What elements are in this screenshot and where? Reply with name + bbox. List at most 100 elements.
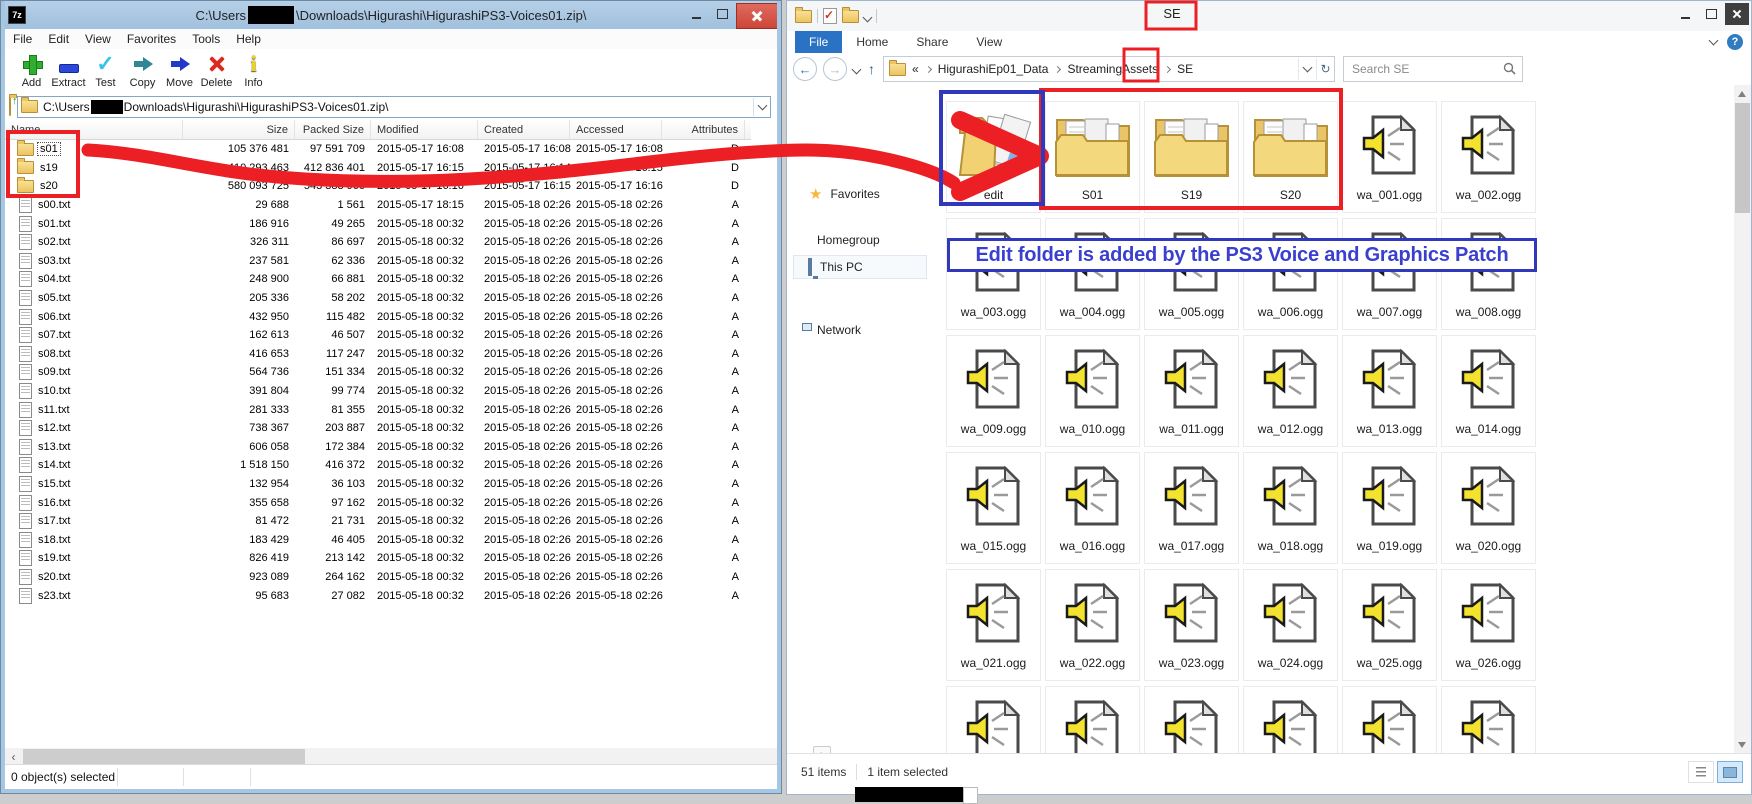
breadcrumb-item[interactable]: StreamingAssets	[1067, 62, 1158, 76]
column-header-modified[interactable]: Modified	[371, 120, 478, 139]
table-row[interactable]: s06.txt432 950115 4822015-05-18 00:32201…	[5, 307, 775, 326]
file-tile-wa_006.ogg[interactable]: wa_006.ogg	[1243, 218, 1338, 330]
file-tile[interactable]	[1441, 686, 1536, 754]
table-row[interactable]: s01.txt186 91649 2652015-05-18 00:322015…	[5, 214, 775, 233]
ribbon-collapse-icon[interactable]	[1709, 36, 1719, 46]
forward-button[interactable]: →	[823, 57, 847, 81]
tab-share[interactable]: Share	[902, 31, 962, 53]
table-row[interactable]: s00.txt29 6881 5612015-05-17 18:152015-0…	[5, 196, 775, 215]
file-tile-wa_023.ogg[interactable]: wa_023.ogg	[1144, 569, 1239, 681]
add-button[interactable]: Add	[13, 52, 50, 89]
column-header-size[interactable]: Size	[183, 120, 295, 139]
details-view-button[interactable]	[1688, 761, 1714, 783]
file-tile-wa_011.ogg[interactable]: wa_011.ogg	[1144, 335, 1239, 447]
file-tile-wa_008.ogg[interactable]: wa_008.ogg	[1441, 218, 1536, 330]
tab-view[interactable]: View	[962, 31, 1016, 53]
help-icon[interactable]: ?	[1727, 34, 1743, 50]
file-tile-wa_019.ogg[interactable]: wa_019.ogg	[1342, 452, 1437, 564]
column-header-packed-size[interactable]: Packed Size	[295, 120, 371, 139]
table-row[interactable]: s04.txt248 90066 8812015-05-18 00:322015…	[5, 270, 775, 289]
table-row[interactable]: s17.txt81 47221 7312015-05-18 00:322015-…	[5, 512, 775, 531]
menu-view[interactable]: View	[77, 30, 119, 48]
table-row[interactable]: s10.txt391 80499 7742015-05-18 00:322015…	[5, 382, 775, 401]
file-tile-wa_016.ogg[interactable]: wa_016.ogg	[1045, 452, 1140, 564]
7zip-path-combobox[interactable]: C:\UsersDownloads\Higurashi\HigurashiPS3…	[17, 96, 771, 118]
breadcrumb-overflow[interactable]: «	[912, 62, 919, 76]
column-header-attributes[interactable]: Attributes	[662, 120, 745, 139]
back-button[interactable]: ←	[793, 57, 817, 81]
extract-button[interactable]: Extract	[50, 52, 87, 89]
file-tile[interactable]	[1144, 686, 1239, 754]
scrollbar-thumb[interactable]	[1735, 103, 1750, 213]
sidebar-item-network[interactable]: Network	[787, 319, 935, 341]
delete-button[interactable]: Delete	[198, 52, 235, 89]
file-tile-wa_003.ogg[interactable]: wa_003.ogg	[946, 218, 1041, 330]
file-tile-wa_013.ogg[interactable]: wa_013.ogg	[1342, 335, 1437, 447]
column-header-accessed[interactable]: Accessed	[570, 120, 662, 139]
chevron-down-icon[interactable]	[753, 98, 770, 116]
test-button[interactable]: ✓Test	[87, 52, 124, 89]
table-row[interactable]: s13.txt606 058172 3842015-05-18 00:32201…	[5, 438, 775, 457]
vertical-scrollbar[interactable]	[1734, 85, 1751, 754]
file-tile-wa_002.ogg[interactable]: wa_002.ogg	[1441, 101, 1536, 213]
menu-help[interactable]: Help	[228, 30, 269, 48]
file-tile-S01[interactable]: S01	[1045, 101, 1140, 213]
maximize-button[interactable]	[710, 3, 734, 25]
file-tile[interactable]	[946, 686, 1041, 754]
file-tile-S19[interactable]: S19	[1144, 101, 1239, 213]
menu-edit[interactable]: Edit	[40, 30, 77, 48]
table-row[interactable]: s03.txt237 58162 3362015-05-18 00:322015…	[5, 252, 775, 271]
table-row[interactable]: s11.txt281 33381 3552015-05-18 00:322015…	[5, 400, 775, 419]
file-tile-wa_018.ogg[interactable]: wa_018.ogg	[1243, 452, 1338, 564]
file-tile-wa_010.ogg[interactable]: wa_010.ogg	[1045, 335, 1140, 447]
menu-file[interactable]: File	[5, 30, 40, 48]
move-button[interactable]: Move	[161, 52, 198, 89]
file-tile-wa_007.ogg[interactable]: wa_007.ogg	[1342, 218, 1437, 330]
file-tile-wa_024.ogg[interactable]: wa_024.ogg	[1243, 569, 1338, 681]
file-tile-wa_004.ogg[interactable]: wa_004.ogg	[1045, 218, 1140, 330]
tab-file[interactable]: File	[795, 31, 842, 53]
close-button[interactable]	[736, 3, 778, 29]
address-dropdown-icon[interactable]	[1298, 58, 1316, 80]
file-tile-edit[interactable]: edit	[946, 101, 1041, 213]
close-button[interactable]	[1725, 3, 1749, 25]
file-tile-wa_009.ogg[interactable]: wa_009.ogg	[946, 335, 1041, 447]
recent-locations-icon[interactable]	[852, 64, 862, 74]
table-row[interactable]: s08.txt416 653117 2472015-05-18 00:32201…	[5, 345, 775, 364]
table-row[interactable]: s05.txt205 33658 2022015-05-18 00:322015…	[5, 289, 775, 308]
refresh-icon[interactable]: ↻	[1316, 58, 1334, 80]
file-tile-wa_021.ogg[interactable]: wa_021.ogg	[946, 569, 1041, 681]
qat-dropdown-icon[interactable]	[863, 12, 873, 22]
table-row[interactable]: s15.txt132 95436 1032015-05-18 00:322015…	[5, 475, 775, 494]
sidebar-item-favorites[interactable]: ★Favorites	[787, 183, 935, 205]
table-row[interactable]: s16.txt355 65897 1622015-05-18 00:322015…	[5, 493, 775, 512]
file-tile-wa_017.ogg[interactable]: wa_017.ogg	[1144, 452, 1239, 564]
maximize-button[interactable]	[1699, 3, 1723, 25]
file-tile-wa_022.ogg[interactable]: wa_022.ogg	[1045, 569, 1140, 681]
address-bar[interactable]: « HigurashiEp01_DataStreamingAssetsSE ↻	[883, 56, 1335, 82]
file-tile-wa_026.ogg[interactable]: wa_026.ogg	[1441, 569, 1536, 681]
table-row[interactable]: s20.txt923 089264 1622015-05-18 00:32201…	[5, 568, 775, 587]
column-header-created[interactable]: Created	[478, 120, 570, 139]
tab-home[interactable]: Home	[842, 31, 902, 53]
explorer-titlebar[interactable]: SE	[787, 1, 1751, 31]
properties-icon[interactable]	[823, 8, 837, 24]
breadcrumb-item[interactable]: HigurashiEp01_Data	[938, 62, 1049, 76]
file-tile-wa_020.ogg[interactable]: wa_020.ogg	[1441, 452, 1536, 564]
file-tile-wa_014.ogg[interactable]: wa_014.ogg	[1441, 335, 1536, 447]
minimize-button[interactable]	[1673, 3, 1697, 25]
sidebar-item-homegroup[interactable]: Homegroup	[787, 229, 935, 251]
table-row[interactable]: s09.txt564 736151 3342015-05-18 00:32201…	[5, 363, 775, 382]
table-row[interactable]: s07.txt162 61346 5072015-05-18 00:322015…	[5, 326, 775, 345]
table-row[interactable]: s01105 376 48197 591 7092015-05-17 16:08…	[5, 140, 775, 159]
sidebar-item-this-pc[interactable]: This PC	[793, 255, 927, 279]
scroll-down-icon[interactable]	[1738, 742, 1746, 748]
table-row[interactable]: s12.txt738 367203 8872015-05-18 00:32201…	[5, 419, 775, 438]
table-row[interactable]: s02.txt326 31186 6972015-05-18 00:322015…	[5, 233, 775, 252]
scroll-left-icon[interactable]: ‹	[5, 748, 22, 765]
table-row[interactable]: s23.txt95 68327 0822015-05-18 00:322015-…	[5, 586, 775, 605]
menu-favorites[interactable]: Favorites	[119, 30, 184, 48]
7zip-titlebar[interactable]: 7z C:\Users\Downloads\Higurashi\Higurash…	[1, 1, 781, 29]
scrollbar-thumb[interactable]	[23, 749, 305, 764]
table-row[interactable]: s20580 093 725543 383 9662015-05-17 16:1…	[5, 177, 775, 196]
